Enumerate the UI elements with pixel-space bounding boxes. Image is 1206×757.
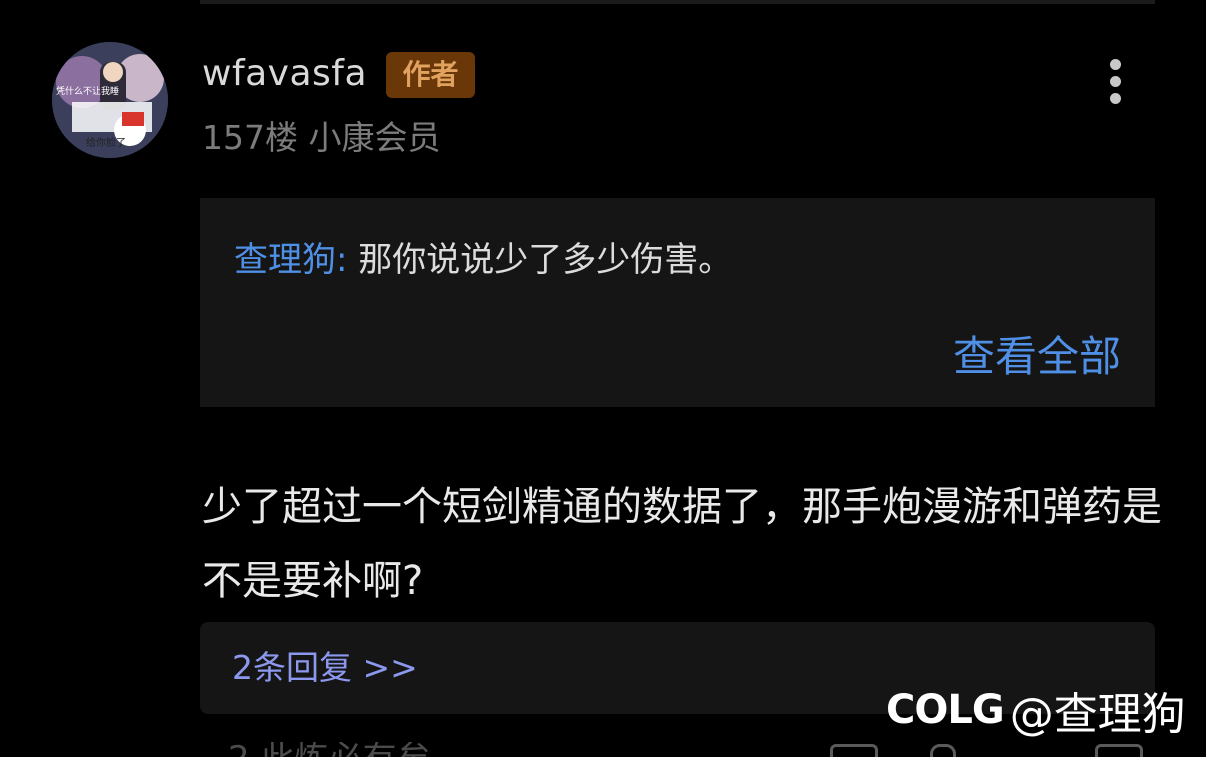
share-icon[interactable]	[1095, 744, 1143, 757]
watermark: COLG @查理狗	[886, 680, 1186, 740]
floor-and-level: 157楼 小康会员	[202, 118, 441, 157]
top-divider	[200, 0, 1155, 4]
quote-line: 查理狗: 那你说说少了多少伤害。	[234, 236, 732, 284]
post-content: 少了超过一个短剑精通的数据了，那手炮漫游和弹药是不是要补啊?	[202, 484, 1162, 604]
more-dot	[1110, 59, 1121, 70]
watermark-logo: COLG	[886, 687, 1005, 733]
author-badge: 作者	[386, 52, 475, 98]
view-all-link[interactable]: 查看全部	[953, 330, 1121, 384]
quoted-comment: 查理狗: 那你说说少了多少伤害。 查看全部	[200, 198, 1155, 407]
more-dot	[1110, 93, 1121, 104]
comment-icon[interactable]	[830, 744, 878, 757]
like-icon[interactable]	[930, 744, 956, 757]
replies-link[interactable]: 2条回复 >>	[232, 644, 418, 692]
next-item-text: 2 此炼必有矣	[228, 742, 430, 757]
quote-author[interactable]: 查理狗:	[234, 240, 347, 280]
avatar-caption-bottom: 给你脸了	[86, 136, 126, 149]
quote-text: 那你说说少了多少伤害。	[358, 240, 733, 280]
avatar[interactable]: 凭什么不让我睡 给你脸了	[52, 42, 168, 158]
next-item-preview: 2 此炼必有矣	[200, 742, 1155, 757]
username[interactable]: wfavasfa	[202, 52, 367, 96]
more-dot	[1110, 76, 1121, 87]
watermark-handle: @查理狗	[1009, 689, 1186, 740]
avatar-image: 凭什么不让我睡 给你脸了	[52, 42, 168, 158]
more-vertical-icon[interactable]	[1098, 55, 1134, 109]
avatar-caption-top: 凭什么不让我睡	[56, 85, 119, 97]
